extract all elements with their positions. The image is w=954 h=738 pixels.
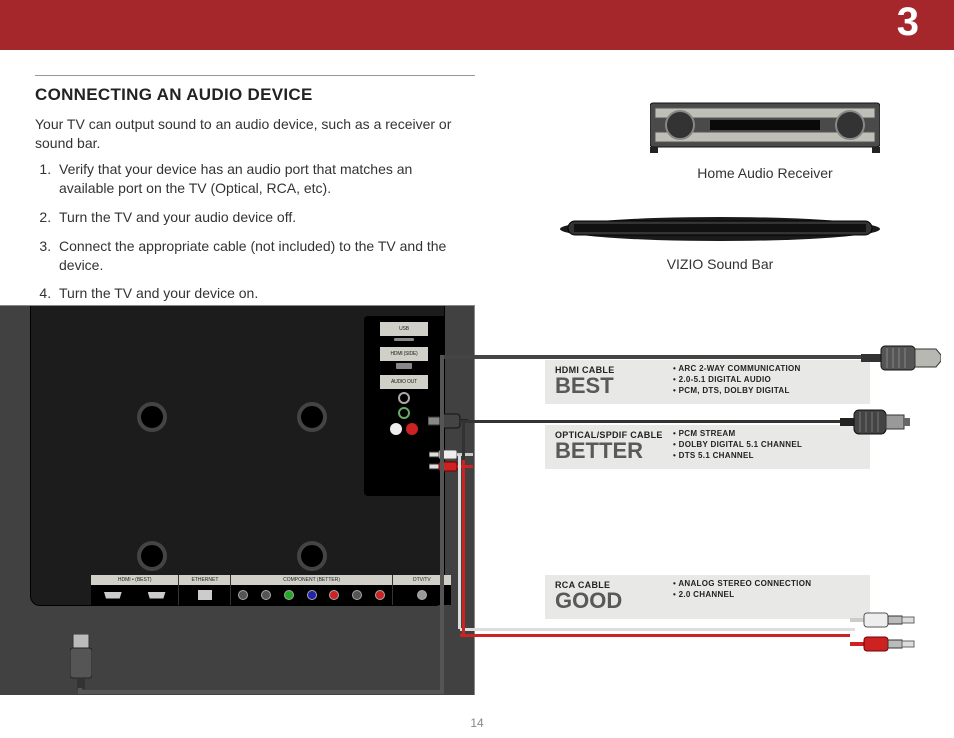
bullet: 2.0 CHANNEL [673, 590, 811, 601]
cable-card-better: OPTICAL/SPDIF CABLE BETTER PCM STREAM DO… [545, 425, 870, 469]
bullet: PCM, DTS, DOLBY DIGITAL [673, 386, 801, 397]
bottom-port-panel: HDMI • (BEST) ETHERNET COMPONENT (BETTER… [91, 575, 451, 605]
mount-hole [137, 402, 167, 432]
bullet: 2.0-5.1 DIGITAL AUDIO [673, 375, 801, 386]
mount-hole [137, 541, 167, 571]
component-port [261, 590, 271, 600]
bullet: PCM STREAM [673, 429, 802, 440]
cable-segment [458, 455, 461, 629]
rca-plug-tv-icon [429, 450, 473, 472]
headphone-port [398, 407, 410, 419]
cable-segment [440, 355, 444, 694]
page-number: 14 [470, 716, 483, 730]
intro-paragraph: Your TV can output sound to an audio dev… [35, 115, 465, 153]
hdmi-cable-line [440, 355, 865, 359]
bullet: DOLBY DIGITAL 5.1 CHANNEL [673, 440, 802, 451]
chapter-banner [0, 0, 954, 50]
rca-white-port [390, 423, 402, 435]
hdmi-connector-icon [861, 340, 941, 376]
cable-bullet-list: PCM STREAM DOLBY DIGITAL 5.1 CHANNEL DTS… [673, 429, 802, 461]
ethernet-port-group: ETHERNET [179, 575, 231, 605]
component-port-group: COMPONENT (BETTER) [231, 575, 392, 605]
instruction-list: Verify that your device has an audio por… [35, 160, 465, 313]
soundbar-label: VIZIO Sound Bar [560, 256, 880, 272]
hdmi-side-port [396, 363, 412, 369]
cable-segment [82, 690, 442, 694]
list-item: Connect the appropriate cable (not inclu… [55, 237, 465, 275]
soundbar-icon [560, 215, 880, 243]
hdmi-plug-icon [70, 634, 92, 689]
port-label: HDMI • (BEST) [91, 575, 178, 585]
component-port [284, 590, 294, 600]
optical-port [398, 392, 410, 404]
component-port [238, 590, 248, 600]
cable-segment [78, 688, 82, 694]
optical-connector-icon [840, 402, 910, 442]
coax-port [417, 590, 427, 600]
mount-hole [297, 402, 327, 432]
component-port [307, 590, 317, 600]
optical-cable-line [460, 420, 845, 423]
rca-connector-icon [850, 610, 920, 660]
list-item: Turn the TV and your device on. [55, 284, 465, 303]
divider [35, 75, 475, 76]
port-label: ETHERNET [179, 575, 230, 585]
bullet: ARC 2-WAY COMMUNICATION [673, 364, 801, 375]
chapter-number: 3 [897, 0, 919, 45]
cable-card-best: HDMI CABLE BEST ARC 2-WAY COMMUNICATION … [545, 360, 870, 404]
component-port [375, 590, 385, 600]
component-port [352, 590, 362, 600]
ethernet-port [198, 590, 212, 600]
hdmi-port [148, 592, 166, 599]
rca-cable-white-line [460, 628, 855, 631]
home-audio-receiver: Home Audio Receiver [650, 95, 880, 181]
port-label-audio-out: AUDIO OUT [380, 375, 428, 389]
port-label-hdmi-side: HDMI (SIDE) [380, 347, 428, 361]
bullet: ANALOG STEREO CONNECTION [673, 579, 811, 590]
list-item: Verify that your device has an audio por… [55, 160, 465, 198]
cable-bullet-list: ARC 2-WAY COMMUNICATION 2.0-5.1 DIGITAL … [673, 364, 801, 396]
tv-chassis: USB HDMI (SIDE) AUDIO OUT HDMI • (BEST) … [30, 306, 445, 606]
cable-card-good: RCA CABLE GOOD ANALOG STEREO CONNECTION … [545, 575, 870, 619]
port-label-usb: USB [380, 322, 428, 336]
section-heading: CONNECTING AN AUDIO DEVICE [35, 85, 313, 105]
rca-red-port [406, 423, 418, 435]
hdmi-port [104, 592, 122, 599]
bullet: DTS 5.1 CHANNEL [673, 451, 802, 462]
usb-port [394, 338, 414, 341]
vizio-sound-bar: VIZIO Sound Bar [560, 215, 880, 272]
list-item: Turn the TV and your audio device off. [55, 208, 465, 227]
port-label: COMPONENT (BETTER) [231, 575, 391, 585]
component-port [329, 590, 339, 600]
receiver-icon [650, 95, 880, 155]
rca-cable-red-line [460, 634, 850, 637]
cable-segment [462, 420, 465, 462]
mount-hole [297, 541, 327, 571]
receiver-label: Home Audio Receiver [650, 165, 880, 181]
back-of-tv-label: BACK OF TV [35, 700, 132, 717]
cable-bullet-list: ANALOG STEREO CONNECTION 2.0 CHANNEL [673, 579, 811, 601]
hdmi-port-group: HDMI • (BEST) [91, 575, 179, 605]
cable-segment [462, 460, 465, 635]
